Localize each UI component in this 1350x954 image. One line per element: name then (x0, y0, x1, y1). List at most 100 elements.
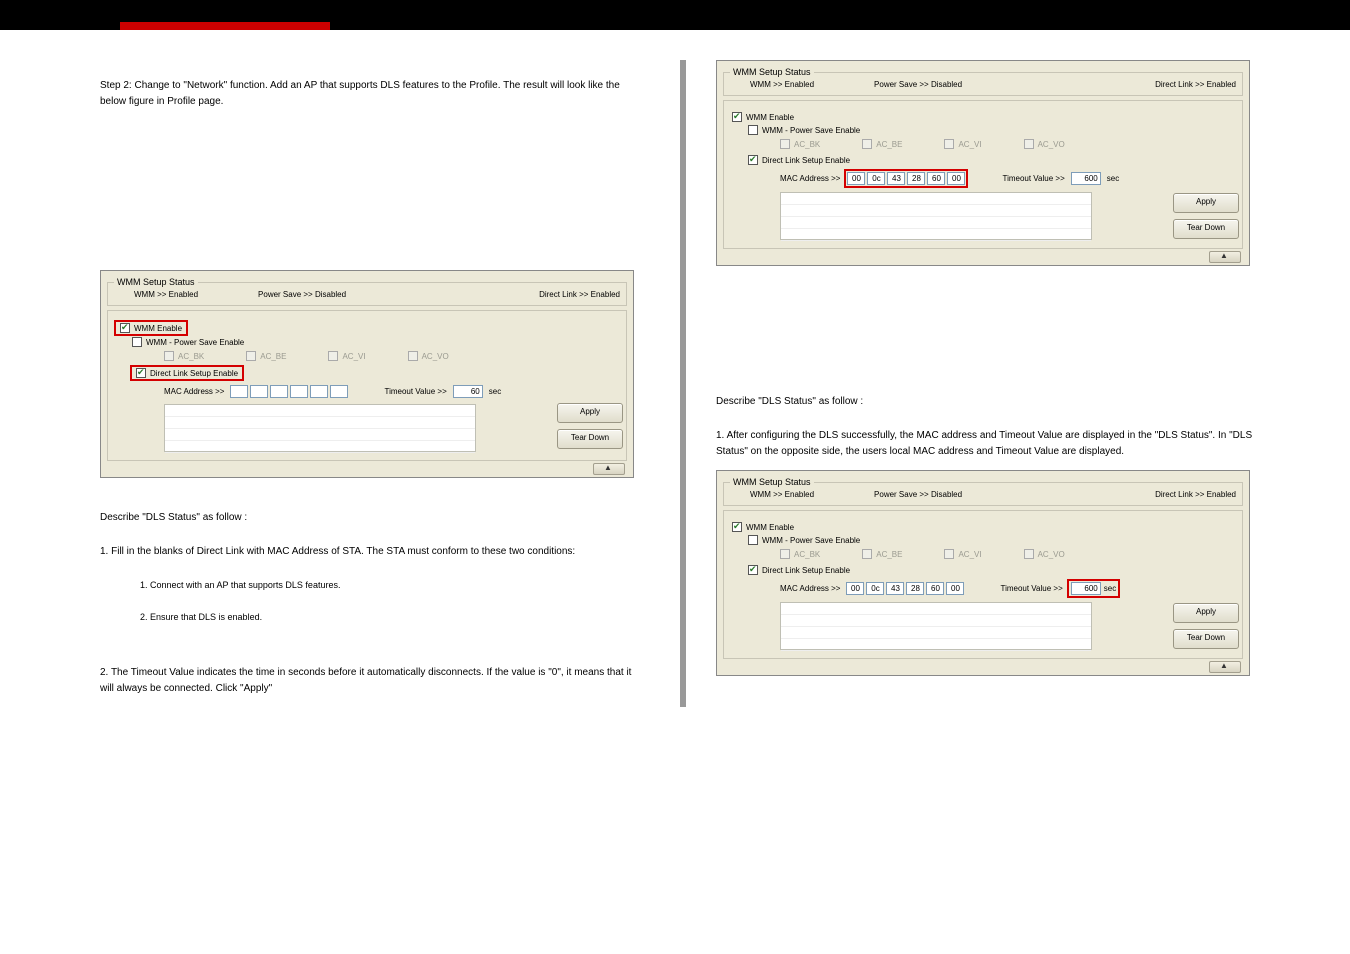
sec-label: sec (1104, 584, 1116, 593)
wmm-panel-left: WMM Setup Status WMM >> Enabled Power Sa… (100, 270, 634, 478)
ps-enable-label: WMM - Power Save Enable (762, 536, 860, 545)
step2-text: Step 2: Change to "Network" function. Ad… (100, 78, 640, 110)
wmm-enable-label: WMM Enable (746, 523, 794, 532)
ac-bk-checkbox (164, 351, 174, 361)
mac-0[interactable] (230, 385, 248, 398)
dls-list[interactable] (164, 404, 476, 452)
status-dl: Direct Link >> Enabled (1155, 490, 1236, 499)
ps-enable-checkbox[interactable] (748, 125, 758, 135)
collapse-icon[interactable] (593, 463, 625, 475)
mac-3[interactable] (290, 385, 308, 398)
mac-1[interactable] (867, 172, 885, 185)
ac-vo-checkbox (1024, 139, 1034, 149)
apply-button[interactable]: Apply (557, 403, 623, 423)
collapse-icon[interactable] (1209, 251, 1241, 263)
collapse-icon[interactable] (1209, 661, 1241, 673)
dls-list[interactable] (780, 192, 1092, 240)
teardown-button[interactable]: Tear Down (1173, 219, 1239, 239)
ac-bk-checkbox (780, 139, 790, 149)
teardown-button[interactable]: Tear Down (1173, 629, 1239, 649)
ac-vo-label: AC_VO (1038, 140, 1065, 149)
status-dl: Direct Link >> Enabled (539, 290, 620, 299)
status-ps: Power Save >> Disabled (874, 490, 962, 499)
dls-enable-checkbox[interactable] (136, 368, 146, 378)
left-d1a: 1. Connect with an AP that supports DLS … (140, 578, 640, 592)
mac-3[interactable] (907, 172, 925, 185)
header-accent (120, 22, 330, 30)
wmm-enable-label: WMM Enable (746, 113, 794, 122)
status-wmm: WMM >> Enabled (750, 490, 814, 499)
status-ps: Power Save >> Disabled (874, 80, 962, 89)
wmm-enable-checkbox[interactable] (732, 112, 742, 122)
mac-label: MAC Address >> (780, 174, 840, 183)
mac-5[interactable] (947, 172, 965, 185)
dls-list[interactable] (780, 602, 1092, 650)
ac-vi-checkbox (944, 139, 954, 149)
status-wmm: WMM >> Enabled (750, 80, 814, 89)
dls-enable-label: Direct Link Setup Enable (762, 566, 850, 575)
ps-enable-label: WMM - Power Save Enable (762, 126, 860, 135)
status-fieldset: WMM Setup Status WMM >> Enabled Power Sa… (723, 477, 1243, 506)
ac-vo-label: AC_VO (422, 352, 449, 361)
mac-5[interactable] (946, 582, 964, 595)
apply-button[interactable]: Apply (1173, 193, 1239, 213)
mac-2[interactable] (886, 582, 904, 595)
ac-be-checkbox (862, 139, 872, 149)
ac-vi-label: AC_VI (958, 140, 981, 149)
wmm-panel-right-b: WMM Setup Status WMM >> Enabled Power Sa… (716, 470, 1250, 676)
wmm-enable-checkbox[interactable] (120, 323, 130, 333)
left-d1b: 2. Ensure that DLS is enabled. (140, 610, 640, 624)
ac-be-label: AC_BE (876, 550, 902, 559)
mac-label: MAC Address >> (164, 387, 224, 396)
wmm-enable-checkbox[interactable] (732, 522, 742, 532)
ac-vo-checkbox (408, 351, 418, 361)
right-t1: 1. After configuring the DLS successfull… (716, 428, 1256, 460)
teardown-button[interactable]: Tear Down (557, 429, 623, 449)
status-legend: WMM Setup Status (730, 477, 814, 487)
mac-5[interactable] (330, 385, 348, 398)
mac-label: MAC Address >> (780, 584, 840, 593)
mac-1[interactable] (866, 582, 884, 595)
status-ps: Power Save >> Disabled (258, 290, 346, 299)
ac-vo-checkbox (1024, 549, 1034, 559)
timeout-input[interactable] (1071, 172, 1101, 185)
apply-button[interactable]: Apply (1173, 603, 1239, 623)
timeout-label: Timeout Value >> (1000, 584, 1062, 593)
ac-be-checkbox (246, 351, 256, 361)
timeout-input[interactable] (1071, 582, 1101, 595)
dls-enable-checkbox[interactable] (748, 155, 758, 165)
dls-enable-label: Direct Link Setup Enable (762, 156, 850, 165)
sec-label: sec (1107, 174, 1119, 183)
mac-4[interactable] (927, 172, 945, 185)
status-dl: Direct Link >> Enabled (1155, 80, 1236, 89)
mac-0[interactable] (846, 582, 864, 595)
status-wmm: WMM >> Enabled (134, 290, 198, 299)
ac-vo-label: AC_VO (1038, 550, 1065, 559)
mac-4[interactable] (310, 385, 328, 398)
dls-enable-checkbox[interactable] (748, 565, 758, 575)
timeout-label: Timeout Value >> (384, 387, 446, 396)
mac-1[interactable] (250, 385, 268, 398)
status-legend: WMM Setup Status (730, 67, 814, 77)
mac-3[interactable] (906, 582, 924, 595)
ac-bk-label: AC_BK (178, 352, 204, 361)
ac-bk-checkbox (780, 549, 790, 559)
status-legend: WMM Setup Status (114, 277, 198, 287)
ac-bk-label: AC_BK (794, 140, 820, 149)
dls-enable-label: Direct Link Setup Enable (150, 369, 238, 378)
mac-2[interactable] (887, 172, 905, 185)
timeout-input[interactable] (453, 385, 483, 398)
right-column: WMM Setup Status WMM >> Enabled Power Sa… (680, 60, 1276, 707)
mac-4[interactable] (926, 582, 944, 595)
ac-vi-checkbox (944, 549, 954, 559)
ps-enable-checkbox[interactable] (748, 535, 758, 545)
left-column: Step 2: Change to "Network" function. Ad… (100, 60, 660, 707)
describe-heading-left: Describe "DLS Status" as follow : (100, 510, 640, 526)
status-fieldset: WMM Setup Status WMM >> Enabled Power Sa… (723, 67, 1243, 96)
mac-2[interactable] (270, 385, 288, 398)
mac-0[interactable] (847, 172, 865, 185)
ps-enable-checkbox[interactable] (132, 337, 142, 347)
wmm-enable-label: WMM Enable (134, 324, 182, 333)
describe-heading-right: Describe "DLS Status" as follow : (716, 394, 1256, 410)
ps-enable-label: WMM - Power Save Enable (146, 338, 244, 347)
